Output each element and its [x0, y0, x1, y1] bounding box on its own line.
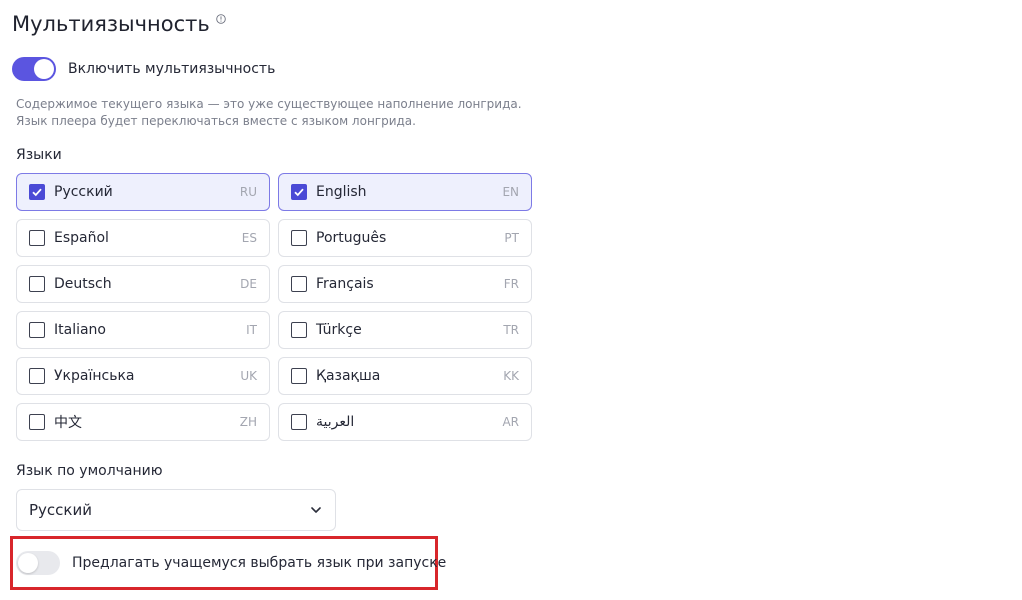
language-option-tr[interactable]: Türkçe TR	[278, 311, 532, 349]
toggle-knob	[34, 59, 54, 79]
default-language-value: Русский	[29, 501, 92, 519]
checkbox[interactable]	[291, 322, 307, 338]
language-code: ZH	[239, 415, 257, 429]
page-title-text: Мультиязычность	[12, 12, 210, 36]
language-code: AR	[502, 415, 519, 429]
info-icon[interactable]	[215, 14, 226, 24]
default-language-label: Язык по умолчанию	[16, 463, 163, 479]
language-name: Қазақша	[316, 368, 381, 384]
language-option-de[interactable]: Deutsch DE	[16, 265, 270, 303]
page-title: Мультиязычность	[12, 12, 226, 36]
chevron-down-icon	[311, 507, 321, 513]
checkbox[interactable]	[29, 230, 45, 246]
multilang-description: Содержимое текущего языка — это уже суще…	[16, 97, 522, 128]
language-option-pt[interactable]: Português PT	[278, 219, 532, 257]
checkbox[interactable]	[291, 230, 307, 246]
checkbox[interactable]	[29, 184, 45, 200]
language-code: KK	[503, 369, 519, 383]
language-code: IT	[246, 323, 257, 337]
toggle-knob	[18, 553, 38, 573]
checkbox[interactable]	[29, 414, 45, 430]
checkbox[interactable]	[291, 414, 307, 430]
language-name: Italiano	[54, 322, 106, 338]
language-option-fr[interactable]: Français FR	[278, 265, 532, 303]
language-code: ES	[241, 231, 257, 245]
language-name: Türkçe	[316, 322, 362, 338]
language-name: 中文	[54, 415, 82, 431]
language-code: DE	[240, 277, 257, 291]
language-option-it[interactable]: Italiano IT	[16, 311, 270, 349]
multilang-toggle[interactable]	[12, 57, 56, 81]
language-code: EN	[502, 185, 519, 199]
language-name: Português	[316, 230, 387, 246]
language-code: PT	[504, 231, 519, 245]
language-option-zh[interactable]: 中文 ZH	[16, 403, 270, 441]
checkbox[interactable]	[29, 322, 45, 338]
prompt-language-toggle-label: Предлагать учащемуся выбрать язык при за…	[72, 555, 447, 571]
language-name: Deutsch	[54, 276, 112, 292]
language-option-kk[interactable]: Қазақша KK	[278, 357, 532, 395]
language-option-uk[interactable]: Українська UK	[16, 357, 270, 395]
language-option-ar[interactable]: العربية AR	[278, 403, 532, 441]
language-name: العربية	[316, 414, 355, 430]
language-code: RU	[239, 185, 257, 199]
language-name: Українська	[54, 368, 135, 384]
prompt-language-toggle[interactable]	[16, 551, 60, 575]
language-name: Français	[316, 276, 374, 292]
language-name: Русский	[54, 184, 113, 200]
language-code: FR	[503, 277, 519, 291]
default-language-select[interactable]: Русский	[16, 489, 336, 531]
checkbox[interactable]	[29, 276, 45, 292]
checkbox[interactable]	[29, 368, 45, 384]
multilang-toggle-label: Включить мультиязычность	[68, 61, 276, 77]
language-name: Español	[54, 230, 109, 246]
language-option-es[interactable]: Español ES	[16, 219, 270, 257]
languages-label: Языки	[16, 147, 62, 163]
language-code: UK	[240, 369, 257, 383]
checkbox[interactable]	[291, 184, 307, 200]
language-option-en[interactable]: English EN	[278, 173, 532, 211]
language-code: TR	[503, 323, 519, 337]
language-name: English	[316, 184, 367, 200]
checkbox[interactable]	[291, 368, 307, 384]
language-option-ru[interactable]: Русский RU	[16, 173, 270, 211]
checkbox[interactable]	[291, 276, 307, 292]
